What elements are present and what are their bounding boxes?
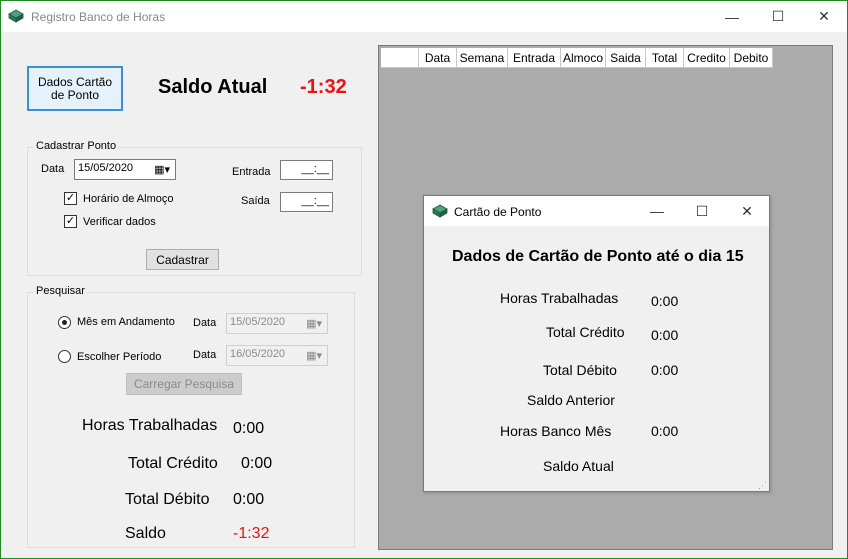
carregar-pesquisa-button: Carregar Pesquisa [126,373,242,395]
column-header-credito[interactable]: Credito [684,48,730,68]
entrada-value: __:__ [301,163,329,175]
cadastrar-data-label: Data [41,163,65,175]
verificar-checkbox[interactable]: ✓ [64,215,77,228]
minimize-button[interactable]: — [709,1,755,32]
mes-date-picker: 15/05/2020 ▦▾ [226,313,328,334]
mes-data-label: Data [193,317,217,329]
column-header-almoco[interactable]: Almoco [561,48,606,68]
periodo-date-value: 16/05/2020 [230,348,286,360]
column-header-total[interactable]: Total [646,48,684,68]
cadastrar-button[interactable]: Cadastrar [146,249,219,270]
dialog-close-button[interactable]: ✕ [724,196,770,226]
dialog-minimize-button[interactable]: — [634,196,680,226]
calendar-icon: ▦▾ [306,318,322,330]
escolher-periodo-radio[interactable] [58,350,71,363]
horas-trabalhadas-label: Horas Trabalhadas [82,417,218,434]
periodo-data-label: Data [193,349,217,361]
total-debito-label: Total Débito [125,491,210,508]
saldo-atual-label: Saldo Atual [158,76,268,98]
saldo-value: -1:32 [233,525,270,542]
cartao-ponto-dialog: Cartão de Ponto — ☐ ✕ Dados de Cartão de… [423,195,770,492]
app-icon [8,9,24,23]
dialog-debito-value: 0:00 [651,362,679,378]
window-title: Registro Banco de Horas [31,10,166,24]
saldo-label: Saldo [125,525,166,542]
main-window: Registro Banco de Horas — ☐ ✕ Dados Cart… [0,0,848,559]
cadastrar-date-picker[interactable]: 15/05/2020 ▦▾ [74,159,176,180]
mes-andamento-label: Mês em Andamento [77,316,175,328]
almoco-checkbox[interactable]: ✓ [64,192,77,205]
total-credito-label: Total Crédito [128,455,218,472]
column-header-entrada[interactable]: Entrada [508,48,561,68]
entrada-input[interactable]: __:__ [280,160,333,180]
dialog-horas-value: 0:00 [651,293,679,309]
dialog-saldo-anterior-label: Saldo Anterior [527,392,615,408]
calendar-icon: ▦▾ [306,350,322,362]
dialog-saldo-atual-label: Saldo Atual [543,458,614,474]
dialog-maximize-button[interactable]: ☐ [679,196,725,226]
dialog-horas-banco-value: 0:00 [651,423,679,439]
entrada-label: Entrada [232,166,271,178]
column-header-saida[interactable]: Saida [606,48,646,68]
verificar-label: Verificar dados [83,216,156,228]
escolher-periodo-label: Escolher Período [77,351,162,363]
grid-corner-header[interactable] [381,48,419,68]
dialog-title: Cartão de Ponto [454,205,542,219]
close-button[interactable]: ✕ [801,1,847,32]
dialog-app-icon [432,204,448,218]
cadastrar-date-value: 15/05/2020 [78,162,134,174]
resize-grip-icon[interactable]: ⋰ [758,481,767,490]
saldo-atual-value: -1:32 [300,76,347,98]
pesquisar-title: Pesquisar [34,285,87,297]
saida-input[interactable]: __:__ [280,192,333,212]
column-header-data[interactable]: Data [419,48,457,68]
saida-label: Saída [241,195,270,207]
maximize-button[interactable]: ☐ [755,1,801,32]
dialog-horas-banco-label: Horas Banco Mês [500,423,612,439]
total-credito-value: 0:00 [241,455,273,472]
dados-cartao-button[interactable]: Dados Cartão de Ponto [27,66,123,111]
mes-andamento-radio[interactable] [58,316,71,329]
dialog-title-bar[interactable]: Cartão de Ponto — ☐ ✕ [424,196,769,226]
mes-date-value: 15/05/2020 [230,316,286,328]
almoco-label: Horário de Almoço [83,193,174,205]
dialog-horas-label: Horas Trabalhadas [500,290,619,306]
horas-trabalhadas-value: 0:00 [233,420,265,437]
periodo-date-picker: 16/05/2020 ▦▾ [226,345,328,366]
calendar-icon[interactable]: ▦▾ [154,163,170,176]
column-header-semana[interactable]: Semana [457,48,508,68]
dialog-heading: Dados de Cartão de Ponto até o dia 15 [452,248,744,265]
total-debito-value: 0:00 [233,491,265,508]
dialog-credito-value: 0:00 [651,327,679,343]
cadastrar-ponto-title: Cadastrar Ponto [34,140,119,152]
dialog-debito-label: Total Débito [543,362,617,378]
saida-value: __:__ [301,195,329,207]
dialog-credito-label: Total Crédito [546,324,625,340]
column-header-debito[interactable]: Debito [730,48,773,68]
title-bar[interactable]: Registro Banco de Horas — ☐ ✕ [1,1,847,32]
